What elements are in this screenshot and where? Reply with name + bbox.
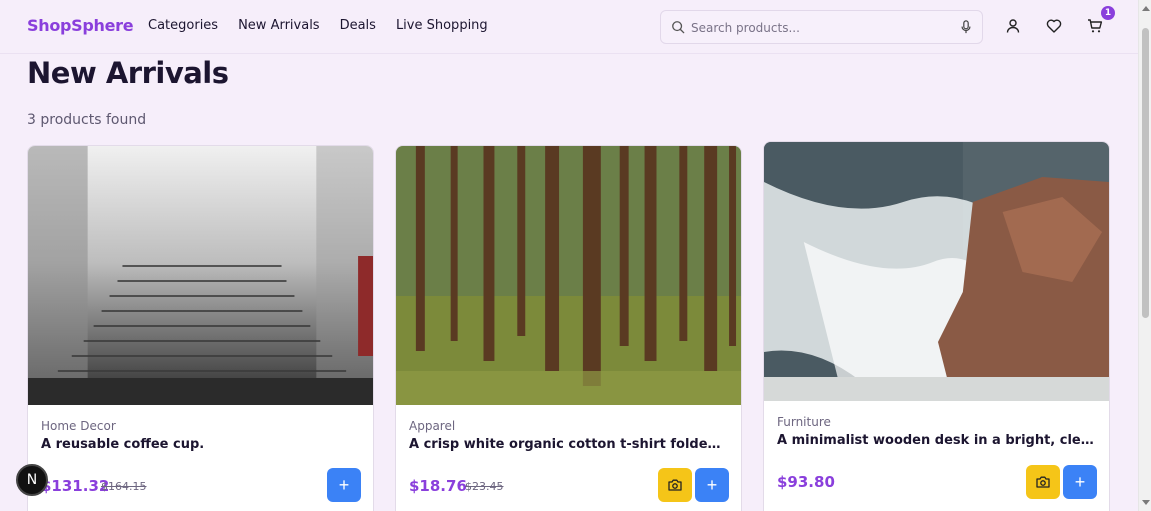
product-image[interactable]: [396, 146, 741, 405]
microphone-icon[interactable]: [960, 20, 972, 34]
product-name[interactable]: A minimalist wooden desk in a bright, cl…: [777, 433, 1095, 448]
search-icon: [672, 21, 685, 34]
search-bar: [660, 10, 983, 44]
plus-icon: +: [338, 475, 350, 495]
nav-deals[interactable]: Deals: [340, 18, 376, 33]
product-category: Apparel: [409, 419, 456, 433]
product-old-price: $164.15: [101, 480, 147, 493]
page-title: New Arrivals: [27, 56, 229, 90]
product-card[interactable]: Home Decor A reusable coffee cup. $131.3…: [27, 145, 374, 511]
plus-icon: +: [706, 475, 718, 495]
cart-count-badge: 1: [1101, 6, 1115, 20]
main-nav: Categories New Arrivals Deals Live Shopp…: [148, 18, 508, 33]
heart-icon[interactable]: [1046, 18, 1062, 34]
scroll-thumb[interactable]: [1142, 28, 1149, 318]
add-to-cart-button[interactable]: +: [1063, 465, 1097, 499]
product-category: Home Decor: [41, 419, 116, 433]
page-scrollbar[interactable]: [1138, 0, 1151, 511]
camera-try-on-button[interactable]: [1026, 465, 1060, 499]
product-image[interactable]: [764, 142, 1109, 401]
nav-live-shopping[interactable]: Live Shopping: [396, 18, 488, 33]
product-name[interactable]: A reusable coffee cup.: [41, 437, 359, 452]
dev-tools-badge[interactable]: N: [16, 464, 48, 496]
scroll-up-arrow[interactable]: [1142, 6, 1150, 11]
product-image[interactable]: [28, 146, 373, 405]
camera-icon: [1036, 476, 1050, 488]
cart-icon[interactable]: [1087, 18, 1103, 34]
product-price: $18.76: [409, 477, 467, 495]
user-icon[interactable]: [1005, 18, 1021, 34]
product-price: $93.80: [777, 473, 835, 491]
product-price: $131.32: [41, 477, 110, 495]
plus-icon: +: [1074, 472, 1086, 492]
results-count: 3 products found: [27, 112, 147, 128]
scroll-down-arrow[interactable]: [1142, 500, 1150, 505]
nav-new-arrivals[interactable]: New Arrivals: [238, 18, 320, 33]
logo[interactable]: ShopSphere: [27, 16, 134, 35]
product-card[interactable]: Furniture A minimalist wooden desk in a …: [763, 141, 1110, 511]
add-to-cart-button[interactable]: +: [327, 468, 361, 502]
search-input[interactable]: [691, 18, 951, 38]
top-navbar: ShopSphere Categories New Arrivals Deals…: [0, 0, 1138, 54]
camera-icon: [668, 479, 682, 491]
product-category: Furniture: [777, 415, 831, 429]
camera-try-on-button[interactable]: [658, 468, 692, 502]
product-card[interactable]: Apparel A crisp white organic cotton t-s…: [395, 145, 742, 511]
product-name[interactable]: A crisp white organic cotton t-shirt fol…: [409, 437, 727, 452]
add-to-cart-button[interactable]: +: [695, 468, 729, 502]
nav-categories[interactable]: Categories: [148, 18, 218, 33]
product-old-price: $23.45: [465, 480, 504, 493]
